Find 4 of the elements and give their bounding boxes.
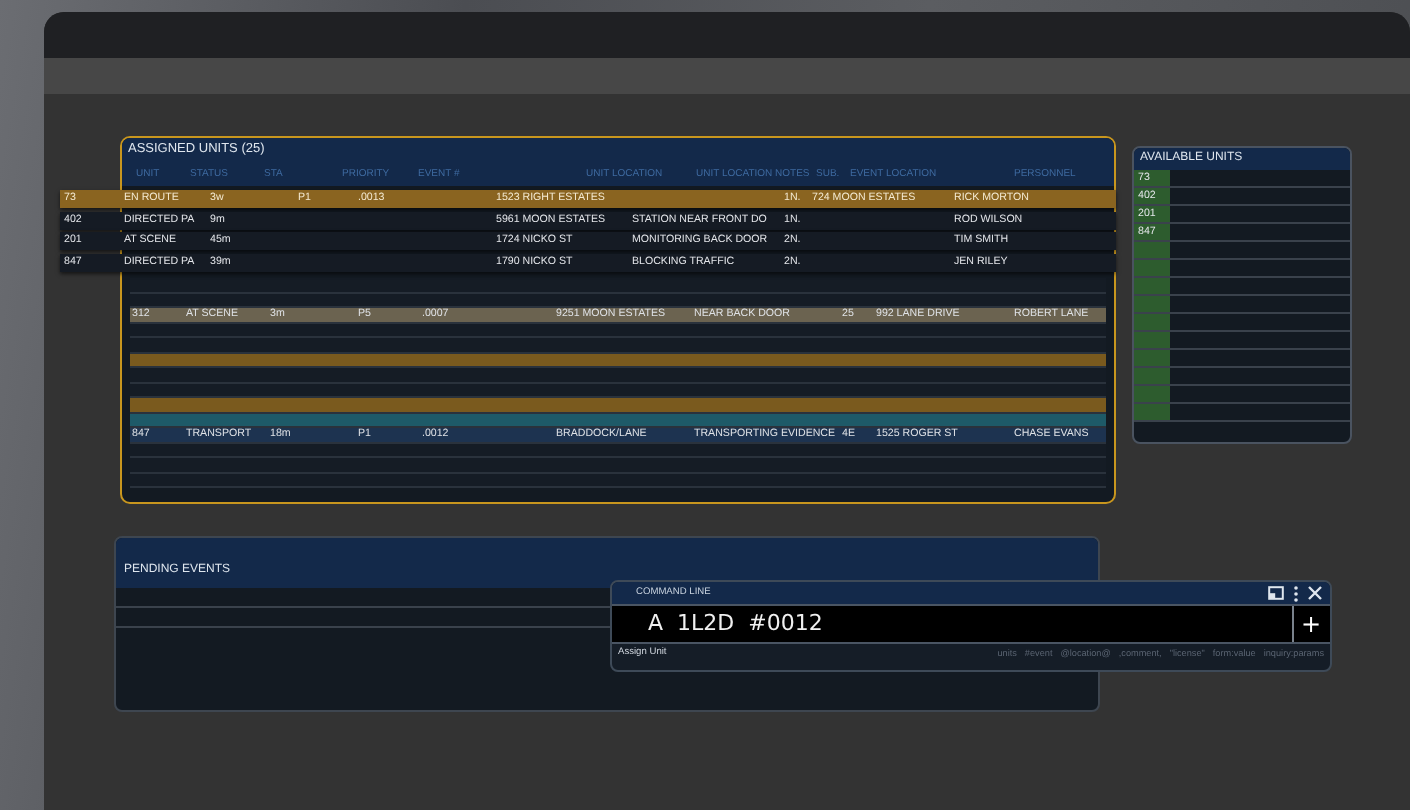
close-icon[interactable]: [1308, 586, 1322, 600]
table-row[interactable]: [130, 398, 1106, 413]
command-input[interactable]: A 1L2D #0012 +: [612, 604, 1330, 644]
cast-screen-icon[interactable]: [1268, 586, 1284, 600]
